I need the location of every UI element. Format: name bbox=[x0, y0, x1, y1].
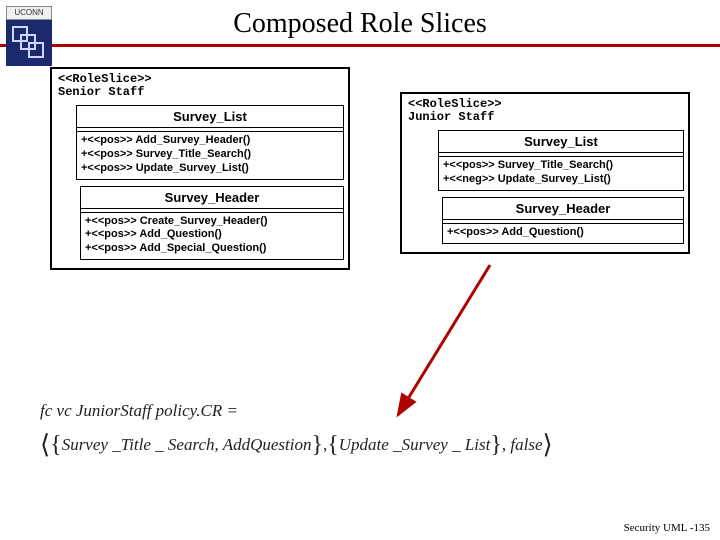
class-ops: +<<pos>> Create_Survey_Header() +<<pos>>… bbox=[81, 213, 343, 259]
page-footer: Security UML -135 bbox=[624, 522, 710, 534]
op: +<<pos>> Add_Question() bbox=[85, 228, 339, 242]
formula-lhs: Survey _Title _ Search, AddQuestion bbox=[62, 435, 312, 454]
page-title: Composed Role Slices bbox=[0, 8, 720, 40]
class-ops: +<<pos>> Add_Question() bbox=[443, 224, 683, 243]
op: +<<pos>> Add_Survey_Header() bbox=[81, 134, 339, 148]
class-ops: +<<pos>> Survey_Title_Search() +<<neg>> … bbox=[439, 157, 683, 190]
formula-line2: ⟨{Survey _Title _ Search, AddQuestion},{… bbox=[40, 424, 553, 466]
class-ops: +<<pos>> Add_Survey_Header() +<<pos>> Su… bbox=[77, 132, 343, 178]
class-name: Survey_Header bbox=[443, 198, 683, 220]
role-slice-junior: <<RoleSlice>> Junior Staff Survey_List +… bbox=[400, 92, 690, 254]
op: +<<neg>> Update_Survey_List() bbox=[443, 173, 679, 187]
role-name: Senior Staff bbox=[58, 86, 342, 99]
formula-block: fc vc JuniorStaff policy.CR = ⟨{Survey _… bbox=[40, 397, 553, 466]
op: +<<pos>> Create_Survey_Header() bbox=[85, 215, 339, 229]
class-box: Survey_Header +<<pos>> Create_Survey_Hea… bbox=[80, 186, 344, 260]
class-box: Survey_Header +<<pos>> Add_Question() bbox=[442, 197, 684, 244]
class-name: Survey_List bbox=[77, 106, 343, 128]
class-box: Survey_List +<<pos>> Add_Survey_Header()… bbox=[76, 105, 344, 179]
formula-line1: fc vc JuniorStaff policy.CR = bbox=[40, 397, 553, 424]
class-box: Survey_List +<<pos>> Survey_Title_Search… bbox=[438, 130, 684, 191]
op: +<<pos>> Add_Question() bbox=[447, 226, 679, 240]
diagram-canvas: <<RoleSlice>> Senior Staff Survey_List +… bbox=[0, 47, 720, 517]
op: +<<pos>> Survey_Title_Search() bbox=[443, 159, 679, 173]
op: +<<pos>> Survey_Title_Search() bbox=[81, 148, 339, 162]
formula-rhs: Update _Survey _ List bbox=[339, 435, 491, 454]
logo-text: UCONN bbox=[6, 6, 52, 20]
class-name: Survey_List bbox=[439, 131, 683, 153]
role-name: Junior Staff bbox=[408, 111, 682, 124]
formula-tail: false bbox=[510, 435, 542, 454]
op: +<<pos>> Add_Special_Question() bbox=[85, 242, 339, 256]
op: +<<pos>> Update_Survey_List() bbox=[81, 162, 339, 176]
role-slice-senior: <<RoleSlice>> Senior Staff Survey_List +… bbox=[50, 67, 350, 270]
class-name: Survey_Header bbox=[81, 187, 343, 209]
